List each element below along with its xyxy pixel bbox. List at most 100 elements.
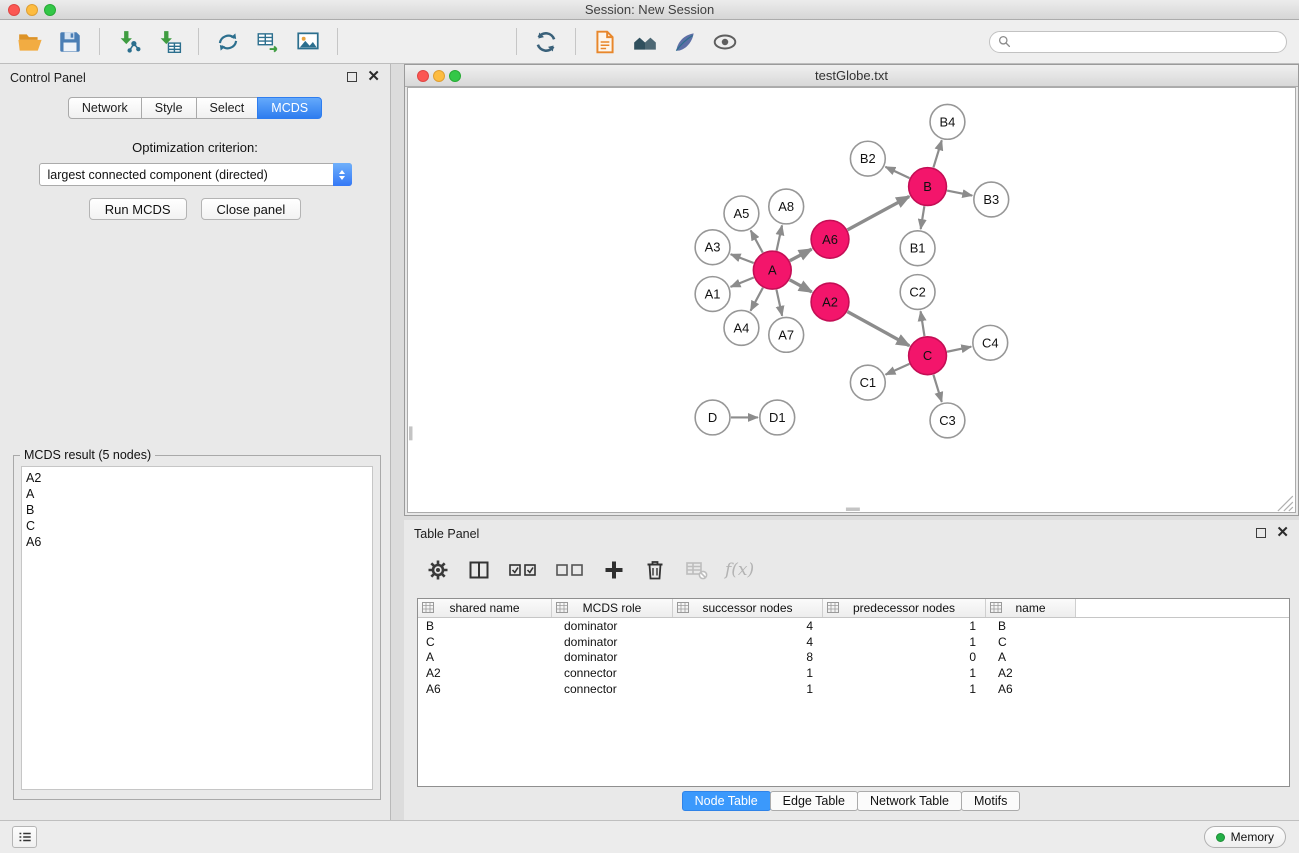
graph-node-A6[interactable]: A6 (811, 220, 849, 258)
network-canvas[interactable]: A A6 A2 B C A5 A8 A3 A1A4 A7 B2 B4 B3 B1 C2 C4 C1 C3 D D1 (407, 87, 1296, 513)
graph-node-C1[interactable]: C1 (850, 365, 885, 400)
graph-edge-A-A5[interactable] (751, 230, 763, 252)
column-options-icon[interactable] (422, 602, 434, 613)
table-row[interactable]: Cdominator41C (418, 634, 1289, 650)
tab-network-table[interactable]: Network Table (857, 791, 962, 811)
search-input[interactable] (1017, 34, 1278, 50)
list-item[interactable]: B (22, 502, 372, 518)
checked-boxes-icon[interactable] (506, 556, 540, 584)
graph-edge-A6-B[interactable] (848, 196, 910, 229)
close-panel-icon[interactable]: ✕ (367, 71, 380, 83)
eye-icon[interactable] (705, 25, 745, 59)
resize-grip-icon[interactable] (1278, 496, 1293, 511)
table-row[interactable]: A2connector11A2 (418, 665, 1289, 681)
orange-document-icon[interactable] (585, 25, 625, 59)
network-minimize-button[interactable] (433, 70, 445, 82)
graph-node-B1[interactable]: B1 (900, 231, 935, 266)
column-header-MCDS-role[interactable]: MCDS role (552, 599, 673, 617)
graph-edge-B-B1[interactable] (921, 206, 925, 229)
zoom-fit-icon[interactable] (427, 25, 467, 59)
graph-node-A4[interactable]: A4 (724, 310, 759, 345)
graph-node-D1[interactable]: D1 (760, 400, 795, 435)
columns-icon[interactable] (465, 556, 493, 584)
graph-node-A1[interactable]: A1 (695, 277, 730, 312)
import-table-arrow-icon[interactable] (149, 25, 189, 59)
column-header-predecessor-nodes[interactable]: predecessor nodes (823, 599, 986, 617)
column-options-icon[interactable] (556, 602, 568, 613)
import-network-arrow-icon[interactable] (109, 25, 149, 59)
feather-icon[interactable] (665, 25, 705, 59)
column-header-shared-name[interactable]: shared name (418, 599, 552, 617)
list-item[interactable]: A2 (22, 470, 372, 486)
close-panel-button[interactable]: Close panel (201, 198, 302, 220)
vertical-scrollbar-thumb[interactable] (409, 426, 412, 440)
graph-node-C2[interactable]: C2 (900, 275, 935, 310)
graph-edge-A-A2[interactable] (790, 280, 812, 292)
tab-node-table[interactable]: Node Table (682, 791, 771, 811)
column-header-successor-nodes[interactable]: successor nodes (673, 599, 823, 617)
list-item[interactable]: A6 (22, 534, 372, 550)
graph-node-B4[interactable]: B4 (930, 104, 965, 139)
search-box[interactable] (989, 31, 1287, 53)
graph-node-B3[interactable]: B3 (974, 182, 1009, 217)
network-graph[interactable]: A A6 A2 B C A5 A8 A3 A1A4 A7 B2 B4 B3 B1 C2 C4 C1 C3 D D1 (408, 88, 1295, 512)
zoom-selected-icon[interactable] (467, 25, 507, 59)
graph-edge-C-C2[interactable] (921, 311, 925, 336)
graph-node-A8[interactable]: A8 (769, 189, 804, 224)
tab-style[interactable]: Style (141, 97, 197, 119)
graph-node-A7[interactable]: A7 (769, 317, 804, 352)
graph-edge-A-A7[interactable] (776, 290, 782, 316)
graph-node-A5[interactable]: A5 (724, 196, 759, 231)
zoom-in-icon[interactable] (347, 25, 387, 59)
table-row[interactable]: Bdominator41B (418, 618, 1289, 634)
tab-edge-table[interactable]: Edge Table (770, 791, 858, 811)
graph-node-A2[interactable]: A2 (811, 283, 849, 321)
graph-edge-C-C3[interactable] (933, 375, 941, 402)
horizontal-scrollbar-thumb[interactable] (846, 508, 860, 511)
run-mcds-button[interactable]: Run MCDS (89, 198, 187, 220)
table-row[interactable]: Adominator80A (418, 650, 1289, 666)
list-item[interactable]: A (22, 486, 372, 502)
graph-node-C[interactable]: C (909, 337, 947, 375)
graph-node-B[interactable]: B (909, 168, 947, 206)
column-header-name[interactable]: name (986, 599, 1076, 617)
houses-icon[interactable] (625, 25, 665, 59)
table-curved-arrows-icon[interactable] (248, 25, 288, 59)
tab-motifs[interactable]: Motifs (961, 791, 1020, 811)
graph-edge-A-A8[interactable] (777, 225, 782, 250)
column-options-icon[interactable] (677, 602, 689, 613)
list-item[interactable]: C (22, 518, 372, 534)
mcds-result-list[interactable]: A2ABCA6 (21, 466, 373, 790)
graph-edge-A-A6[interactable] (790, 249, 812, 261)
float-panel-icon[interactable] (1256, 528, 1266, 538)
close-panel-icon[interactable]: ✕ (1276, 527, 1289, 539)
unchecked-boxes-icon[interactable] (553, 556, 587, 584)
memory-button[interactable]: Memory (1204, 826, 1286, 848)
graph-edge-C-C4[interactable] (947, 347, 971, 352)
folder-icon[interactable] (10, 25, 50, 59)
graph-node-A[interactable]: A (753, 251, 791, 289)
refresh-icon[interactable] (526, 25, 566, 59)
tab-mcds[interactable]: MCDS (257, 97, 322, 119)
graph-node-C3[interactable]: C3 (930, 403, 965, 438)
panel-list-button[interactable] (12, 826, 37, 848)
graph-node-C4[interactable]: C4 (973, 325, 1008, 360)
float-panel-icon[interactable] (347, 72, 357, 82)
graph-node-D[interactable]: D (695, 400, 730, 435)
graph-edge-A2-C[interactable] (847, 312, 909, 346)
zoom-out-icon[interactable] (387, 25, 427, 59)
network-close-button[interactable] (417, 70, 429, 82)
graph-node-A3[interactable]: A3 (695, 230, 730, 265)
tab-network[interactable]: Network (68, 97, 142, 119)
tab-select[interactable]: Select (196, 97, 259, 119)
graph-edge-B-B2[interactable] (885, 167, 909, 178)
graph-edge-A-A1[interactable] (731, 278, 754, 287)
graph-node-B2[interactable]: B2 (850, 141, 885, 176)
trash-icon[interactable] (641, 556, 669, 584)
column-options-icon[interactable] (827, 602, 839, 613)
table-row[interactable]: A6connector11A6 (418, 681, 1289, 697)
graph-edge-A-A4[interactable] (751, 288, 763, 311)
network-zoom-button[interactable] (449, 70, 461, 82)
network-curved-arrows-icon[interactable] (208, 25, 248, 59)
graph-edge-B-B4[interactable] (933, 140, 941, 167)
